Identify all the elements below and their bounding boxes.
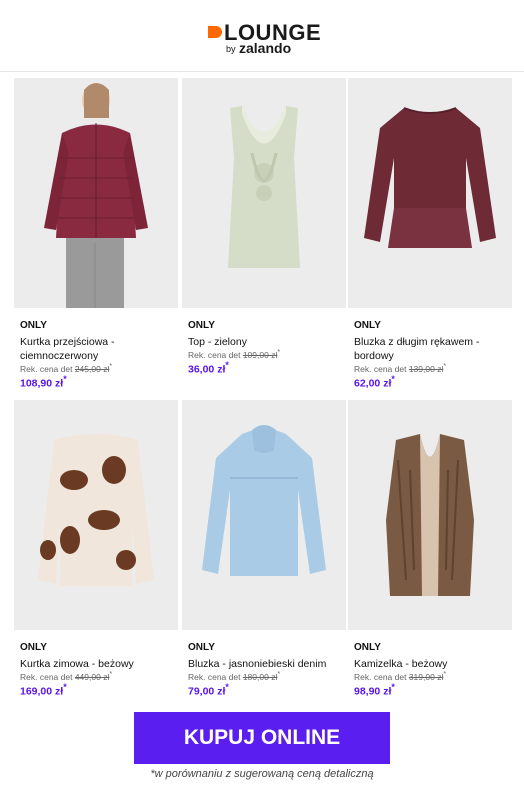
product-brand: ONLY: [354, 642, 381, 653]
product-image[interactable]: [348, 400, 512, 630]
product-price: 36,00 zł*: [188, 360, 229, 376]
lounge-by-zalando-logo[interactable]: LOUNGE by zalando: [206, 20, 326, 60]
shop-online-button[interactable]: KUPUJ ONLINE: [134, 712, 390, 764]
product-image[interactable]: [182, 78, 346, 308]
header: LOUNGE by zalando: [0, 0, 524, 72]
old-price: 245,00 zł: [74, 363, 110, 374]
product-image[interactable]: [14, 400, 178, 630]
shirt-icon: [182, 400, 346, 630]
product-brand: ONLY: [188, 642, 215, 653]
product-brand: ONLY: [188, 320, 215, 331]
product-rrp: Rek. cena det 180,00 zł*: [188, 670, 281, 682]
product-title[interactable]: Bluzka z długim rękawem - bordowy: [354, 335, 510, 363]
product-title[interactable]: Top - zielony: [188, 335, 344, 349]
product-image[interactable]: [182, 400, 346, 630]
product-title[interactable]: Kamizelka - beżowy: [354, 657, 510, 671]
footnote: *w porównaniu z sugerowaną ceną detalicz…: [150, 768, 374, 780]
old-price: 109,00 zł: [242, 349, 278, 360]
product-price: 62,00 zł*: [354, 374, 395, 390]
top-icon: [182, 78, 346, 308]
product-price: 98,90 zł*: [354, 682, 395, 698]
fur-coat-icon: [14, 400, 178, 630]
product-price: 108,90 zł*: [20, 374, 67, 390]
old-price: 180,00 zł: [242, 671, 278, 682]
product-price: 79,00 zł*: [188, 682, 229, 698]
product-price: 169,00 zł*: [20, 682, 67, 698]
vest-icon: [348, 400, 512, 630]
product-image[interactable]: [14, 78, 178, 308]
logo-brand: zalando: [239, 40, 292, 56]
product-rrp: Rek. cena det 449,00 zł*: [20, 670, 113, 682]
jacket-icon: [14, 78, 178, 308]
product-image[interactable]: [348, 78, 512, 308]
product-rrp: Rek. cena det 319,00 zł*: [354, 670, 447, 682]
old-price: 319,00 zł: [408, 671, 444, 682]
logo-mark-icon: [208, 26, 222, 38]
product-title[interactable]: Bluzka - jasnoniebieski denim: [188, 657, 344, 671]
product-brand: ONLY: [20, 642, 47, 653]
blouse-icon: [348, 78, 512, 308]
product-title[interactable]: Kurtka zimowa - beżowy: [20, 657, 176, 671]
old-price: 139,00 zł: [408, 363, 444, 374]
product-rrp: Rek. cena det 139,00 zł*: [354, 362, 447, 374]
logo-by: by: [226, 44, 236, 54]
product-title[interactable]: Kurtka przejściowa - ciemnoczerwony: [20, 335, 176, 363]
product-brand: ONLY: [354, 320, 381, 331]
product-rrp: Rek. cena det 109,00 zł*: [188, 348, 281, 360]
old-price: 449,00 zł: [74, 671, 110, 682]
product-rrp: Rek. cena det 245,00 zł*: [20, 362, 113, 374]
product-brand: ONLY: [20, 320, 47, 331]
